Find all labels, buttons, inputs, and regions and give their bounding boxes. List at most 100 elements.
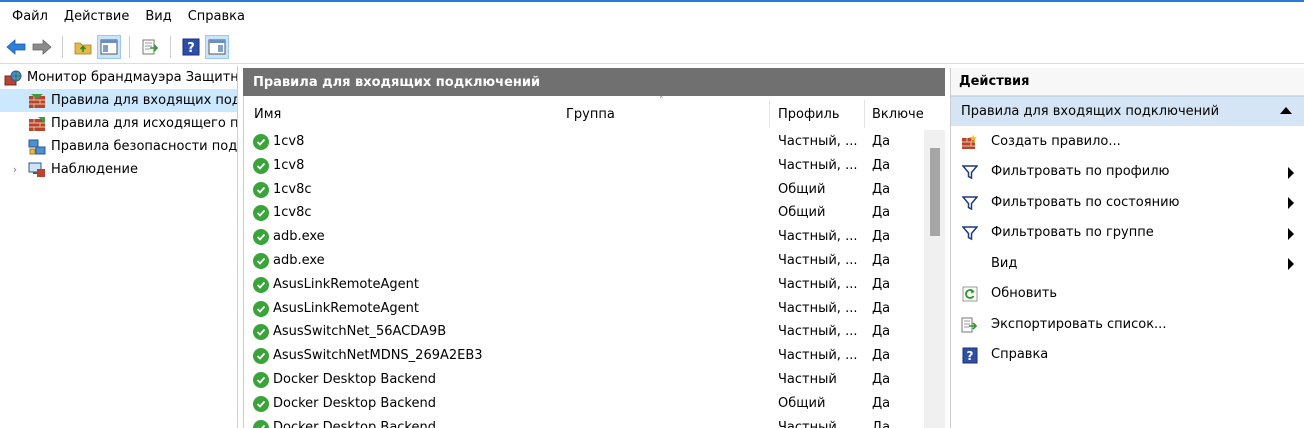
cell-profile: Частный, ... xyxy=(778,300,858,316)
cell-profile: Частный, ... xyxy=(778,348,858,364)
column-header-profile[interactable]: Профиль xyxy=(778,107,840,122)
enabled-check-icon xyxy=(253,252,269,269)
action-item[interactable]: Вид xyxy=(951,248,1304,279)
action-item[interactable]: Фильтровать по состоянию xyxy=(951,187,1304,218)
firewall-monitor-icon xyxy=(4,70,22,86)
cell-enabled: Да xyxy=(872,252,891,268)
actions-section-label: Правила для входящих подключений xyxy=(961,104,1220,119)
action-item[interactable]: Фильтровать по группе xyxy=(951,218,1304,249)
actions-pane-title: Действия xyxy=(951,68,1304,96)
enabled-check-icon xyxy=(253,157,269,174)
table-row[interactable]: AsusSwitchNetMDNS_269A2EB3 Частный, ... Да xyxy=(244,344,945,368)
tree-root[interactable]: Монитор брандмауэра Защитника Windows в … xyxy=(0,66,237,89)
svg-text:?: ? xyxy=(966,349,973,363)
cell-profile: Частный, ... xyxy=(778,134,858,149)
rules-table: Имя Группа ˄ Профиль Включено 1cv8 Частны… xyxy=(243,96,945,428)
svg-text:?: ? xyxy=(187,41,195,56)
tree-item-inbound-rules[interactable]: Правила для входящих подключений xyxy=(0,89,237,112)
cell-name: 1cv8c xyxy=(273,205,312,221)
table-row[interactable]: Docker Desktop Backend Частный Да xyxy=(244,416,945,428)
tree-item-label: Правила для исходящего подключения xyxy=(51,116,237,131)
collapse-up-icon[interactable] xyxy=(1280,107,1292,114)
vertical-scrollbar[interactable] xyxy=(924,130,945,428)
enabled-check-icon xyxy=(253,324,269,341)
table-row[interactable]: adb.exe Частный, ... Да xyxy=(244,249,945,273)
menu-bar: Файл Действие Вид Справка xyxy=(0,2,1304,30)
rules-pane: Правила для входящих подключений Имя Гру… xyxy=(243,68,945,428)
tree-item-connection-security-rules[interactable]: Правила безопасности подключений xyxy=(0,135,237,158)
chevron-right-icon[interactable]: › xyxy=(8,163,22,176)
cell-name: 1cv8 xyxy=(273,157,305,173)
action-item[interactable]: Фильтровать по профилю xyxy=(951,157,1304,188)
action-label: Фильтровать по состоянию xyxy=(991,194,1180,210)
action-item[interactable]: Обновить xyxy=(951,279,1304,310)
column-divider xyxy=(769,100,770,128)
column-header-group[interactable]: Группа xyxy=(566,107,615,122)
cell-name: Docker Desktop Backend xyxy=(273,371,436,387)
action-item[interactable]: Создать правило... xyxy=(951,126,1304,157)
table-row[interactable]: 1cv8c Общий Да xyxy=(244,201,945,225)
help-icon[interactable]: ? xyxy=(179,35,203,59)
filter-icon xyxy=(961,194,978,211)
tree-root-label: Монитор брандмауэра Защитника Windows в … xyxy=(27,70,237,85)
table-row[interactable]: Docker Desktop Backend Частный Да xyxy=(244,368,945,392)
cell-name: AsusLinkRemoteAgent xyxy=(273,276,419,292)
table-row[interactable]: 1cv8 Частный, ... Да xyxy=(244,130,945,154)
table-row[interactable]: AsusLinkRemoteAgent Частный, ... Да xyxy=(244,297,945,321)
outbound-rules-icon xyxy=(28,116,46,132)
scrollbar-thumb[interactable] xyxy=(930,148,940,236)
folder-up-icon[interactable] xyxy=(71,35,95,59)
cell-name: AsusSwitchNetMDNS_269A2EB3 xyxy=(273,348,483,364)
cell-profile: Частный, ... xyxy=(778,276,858,292)
table-row[interactable]: 1cv8c Общий Да xyxy=(244,178,945,202)
cell-enabled: Да xyxy=(872,181,891,197)
cell-profile: Общий xyxy=(778,395,826,411)
cell-name: 1cv8 xyxy=(273,134,305,149)
show-hide-tree-icon[interactable] xyxy=(97,34,121,59)
back-arrow-icon[interactable] xyxy=(4,35,28,59)
menu-help[interactable]: Справка xyxy=(180,9,253,24)
export-icon[interactable] xyxy=(138,35,162,59)
table-row[interactable]: 1cv8 Частный, ... Да xyxy=(244,154,945,178)
column-header-enabled[interactable]: Включено xyxy=(872,107,924,122)
navigation-tree: Монитор брандмауэра Защитника Windows в … xyxy=(0,66,238,428)
column-header-name[interactable]: Имя xyxy=(254,107,281,122)
connection-security-icon xyxy=(28,139,46,155)
cell-enabled: Да xyxy=(872,300,891,316)
cell-enabled: Да xyxy=(872,348,891,364)
forward-arrow-icon[interactable] xyxy=(30,35,54,59)
enabled-check-icon xyxy=(253,229,269,246)
action-label: Экспортировать список... xyxy=(991,316,1167,332)
cell-profile: Частный, ... xyxy=(778,157,858,173)
table-row[interactable]: AsusLinkRemoteAgent Частный, ... Да xyxy=(244,273,945,297)
cell-enabled: Да xyxy=(872,205,891,221)
actions-section-header[interactable]: Правила для входящих подключений xyxy=(951,96,1304,126)
cell-name: AsusLinkRemoteAgent xyxy=(273,300,419,316)
filter-icon xyxy=(961,164,978,181)
enabled-check-icon xyxy=(253,348,269,365)
action-label: Создать правило... xyxy=(991,133,1121,149)
actions-list: Создать правило... Фильтровать по профилю… xyxy=(951,126,1304,370)
cell-profile: Частный, ... xyxy=(778,229,858,245)
tree-item-monitoring[interactable]: › Наблюдение xyxy=(0,158,237,181)
toolbar-separator xyxy=(62,35,63,58)
cell-enabled: Да xyxy=(872,371,891,387)
enabled-check-icon xyxy=(253,134,269,150)
cell-profile: Частный xyxy=(778,371,837,387)
cell-enabled: Да xyxy=(872,134,891,149)
table-row[interactable]: AsusSwitchNet_56ACDA9B Частный, ... Да xyxy=(244,320,945,344)
sort-caret-icon: ˄ xyxy=(659,96,664,106)
cell-enabled: Да xyxy=(872,229,891,245)
tree-item-outbound-rules[interactable]: Правила для исходящего подключения xyxy=(0,112,237,135)
menu-view[interactable]: Вид xyxy=(137,9,179,24)
action-item[interactable]: ? Справка xyxy=(951,340,1304,371)
table-row[interactable]: adb.exe Частный, ... Да xyxy=(244,225,945,249)
menu-file[interactable]: Файл xyxy=(4,9,56,24)
submenu-arrow-icon xyxy=(1288,166,1294,179)
menu-action[interactable]: Действие xyxy=(56,9,137,24)
table-row[interactable]: Docker Desktop Backend Общий Да xyxy=(244,392,945,416)
enabled-check-icon xyxy=(253,205,269,222)
action-item[interactable]: Экспортировать список... xyxy=(951,309,1304,340)
tree-item-label: Наблюдение xyxy=(51,162,138,177)
show-hide-action-pane-icon[interactable] xyxy=(205,34,229,59)
